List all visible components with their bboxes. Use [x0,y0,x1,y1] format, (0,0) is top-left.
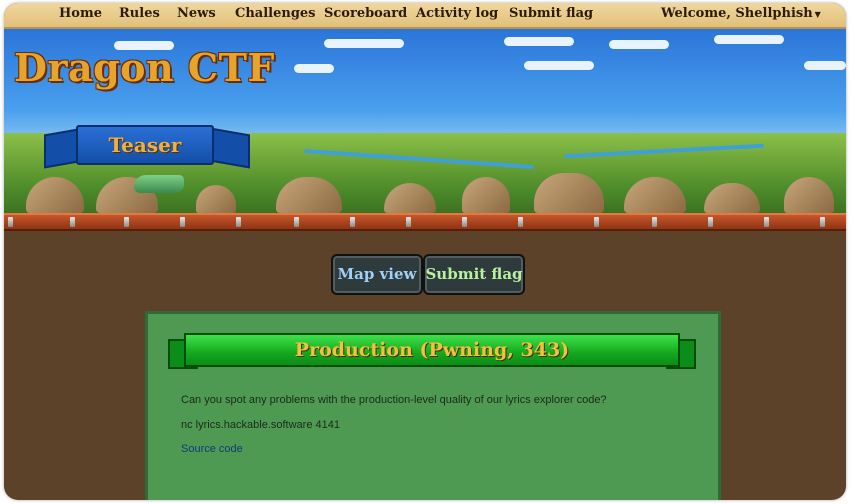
cloud [294,64,334,73]
source-code-link[interactable]: Source code [181,443,243,455]
map-view-button[interactable]: Map view [331,254,423,295]
rock [462,177,510,213]
submit-flag-button[interactable]: Submit flag [423,254,525,295]
top-navbar: Home Rules News Challenges Scoreboard Ac… [4,3,846,29]
rock [26,177,84,213]
dragon-sprite [134,175,184,193]
ribbon-tail [210,127,250,169]
challenge-title: Production (Pwning, 343) [184,333,680,367]
rivet [708,217,713,227]
cloud [804,61,846,70]
river [564,143,764,159]
rivet [8,217,13,227]
rock [704,183,760,213]
nav-scoreboard[interactable]: Scoreboard [324,6,407,21]
rock [784,177,834,213]
rivet [350,217,355,227]
chevron-down-icon: ▼ [814,9,821,19]
cloud [714,35,784,44]
rivet [518,217,523,227]
rock [196,185,236,213]
river [304,148,534,170]
rivet [820,217,825,227]
nav-home[interactable]: Home [59,6,102,21]
welcome-label: Welcome, Shellphish [661,6,813,21]
rock [624,177,686,213]
cloud [524,61,594,70]
challenge-card: Production (Pwning, 343) Can you spot an… [145,311,721,500]
nav-activity-log[interactable]: Activity log [416,6,498,21]
nav-user-menu[interactable]: Welcome, Shellphish ▼ [661,6,821,21]
nav-challenges[interactable]: Challenges [235,6,316,21]
challenge-connection: nc lyrics.hackable.software 4141 [181,419,340,431]
nav-news[interactable]: News [177,6,216,21]
rock [534,173,604,213]
rivet [406,217,411,227]
rock [276,177,342,213]
rivet [652,217,657,227]
cloud [504,37,574,46]
rivet [462,217,467,227]
rivet [70,217,75,227]
rock [384,183,436,213]
cloud [324,39,404,48]
rivet [180,217,185,227]
browser-viewport: Home Rules News Challenges Scoreboard Ac… [4,3,846,500]
header-banner: Teaser Dragon CTF [4,27,846,213]
logo-subtitle: Teaser [76,125,214,165]
nav-rules[interactable]: Rules [119,6,160,21]
cloud [609,40,669,49]
logo-title: Dragon CTF [14,45,275,90]
nav-submit-flag[interactable]: Submit flag [509,6,593,21]
rivet [764,217,769,227]
rivet [594,217,599,227]
challenge-description: Can you spot any problems with the produ… [181,394,607,406]
rivet [124,217,129,227]
rivet [294,217,299,227]
decorative-rail [4,213,846,231]
rivet [236,217,241,227]
